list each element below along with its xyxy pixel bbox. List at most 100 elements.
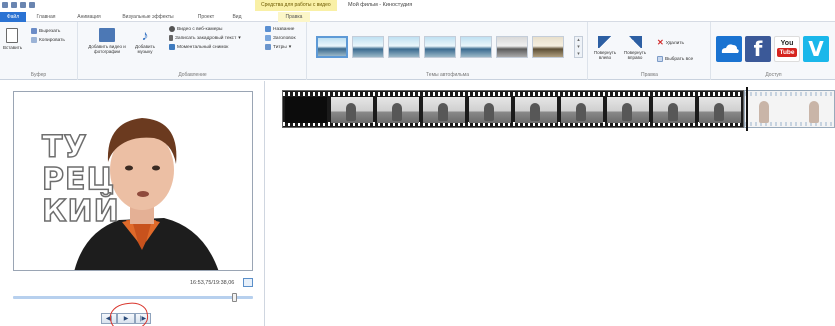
- vimeo-icon[interactable]: V: [803, 36, 829, 62]
- window-title: Мой фильм - Киностудия: [348, 2, 413, 8]
- group-themes: ▴ ▾ ▾ Темы автофильма: [308, 22, 588, 80]
- theme-thumb-7[interactable]: [532, 36, 564, 58]
- delete-label: Удалить: [665, 40, 685, 46]
- record-narration-button[interactable]: Записать закадровый текст ▾: [169, 35, 241, 41]
- clip-frame: [699, 97, 741, 123]
- add-music-label: Добавить музыку: [135, 44, 155, 54]
- add-video-photo-button[interactable]: Добавить видео и фотографии: [87, 28, 127, 54]
- overlay-caption: ТУ РЕЦ КИЙ: [41, 130, 120, 229]
- facebook-icon[interactable]: f: [745, 36, 771, 62]
- theme-thumb-6[interactable]: [496, 36, 528, 58]
- storyboard: [266, 81, 835, 326]
- copy-button[interactable]: Копировать: [31, 37, 65, 43]
- snapshot-label: Моментальный снимок: [177, 44, 229, 50]
- paste-button[interactable]: Вставить: [3, 28, 22, 50]
- webcam-video-label: Видео с веб-камеры: [177, 26, 223, 32]
- ribbon: Вставить Вырезать Копировать Буфер Добав…: [0, 22, 835, 80]
- chevron-down-icon: ▾: [288, 44, 292, 50]
- preview-panel: ТУ РЕЦ КИЙ 16:53,75/19:38,06 ◀| ▶ |▶: [0, 81, 265, 326]
- clip-frame: [469, 97, 511, 123]
- film-perforation-top: [745, 92, 834, 96]
- music-note-icon: ♪: [141, 27, 149, 43]
- cut-button[interactable]: Вырезать: [31, 28, 60, 34]
- title-button[interactable]: Название: [265, 26, 294, 32]
- rotate-left-button[interactable]: Повернуть влево: [593, 36, 617, 60]
- credits-button[interactable]: Титры ▾: [265, 44, 291, 50]
- webcam-video-button[interactable]: Видео с веб-камеры: [169, 26, 222, 32]
- app-menu-icon[interactable]: [2, 2, 8, 8]
- frame-figure: [438, 103, 448, 121]
- redo-icon[interactable]: [29, 2, 35, 8]
- seek-bar[interactable]: [13, 293, 253, 302]
- select-all-button[interactable]: Выбрать все: [657, 56, 693, 62]
- overlay-line-1: ТУ: [41, 130, 88, 165]
- caption-icon: [265, 35, 271, 41]
- rotate-left-label: Повернуть влево: [593, 50, 617, 60]
- group-label-add: Добавление: [178, 72, 207, 78]
- frame-figure: [484, 103, 494, 121]
- title-bar: Средства для работы с видео Мой фильм - …: [0, 0, 835, 11]
- save-icon[interactable]: [11, 2, 17, 8]
- rotate-right-button[interactable]: Повернуть вправо: [621, 36, 649, 60]
- cut-label: Вырезать: [39, 28, 61, 34]
- video-clip-2[interactable]: [744, 90, 835, 128]
- copy-label: Копировать: [39, 37, 65, 43]
- group-clipboard: Вставить Вырезать Копировать Буфер: [0, 22, 78, 80]
- theme-thumb-1[interactable]: [316, 36, 348, 58]
- video-preview[interactable]: ТУ РЕЦ КИЙ: [13, 91, 253, 271]
- film-perforation-top: [283, 92, 743, 96]
- theme-thumb-2[interactable]: [352, 36, 384, 58]
- webcam-icon: [169, 26, 175, 32]
- theme-thumb-3[interactable]: [388, 36, 420, 58]
- chevron-down-icon: ▾: [238, 35, 241, 41]
- tab-edit[interactable]: Правка: [278, 12, 310, 22]
- youtube-tube-label: Tube: [777, 48, 797, 57]
- group-label-share: Доступ: [765, 72, 782, 78]
- frame-figure: [576, 103, 586, 121]
- video-clip[interactable]: [282, 90, 744, 128]
- playhead[interactable]: [746, 87, 748, 131]
- frame-figure: [622, 103, 632, 121]
- themes-scroll[interactable]: ▴ ▾ ▾: [574, 36, 583, 58]
- youtube-icon[interactable]: You Tube: [774, 36, 800, 62]
- onedrive-icon[interactable]: [716, 36, 742, 62]
- ribbon-tabs: Файл Главная Анимация Визуальные эффекты…: [0, 11, 835, 22]
- seek-handle[interactable]: [231, 293, 237, 302]
- group-add: Добавить видео и фотографии ♪ Добавить м…: [79, 22, 307, 80]
- clip2-figure: [759, 101, 769, 123]
- fullscreen-icon[interactable]: [243, 278, 253, 287]
- record-narration-label: Записать закадровый текст: [175, 35, 237, 41]
- group-label-edit: Правка: [641, 72, 658, 78]
- frame-figure: [392, 103, 402, 121]
- film-photo-icon: [99, 28, 115, 42]
- group-edit: Повернуть влево Повернуть вправо ✕ Удали…: [589, 22, 711, 80]
- credits-icon: [265, 44, 271, 50]
- add-video-photo-label: Добавить видео и фотографии: [88, 44, 126, 54]
- group-share: f You Tube V Доступ: [712, 22, 835, 80]
- copy-icon: [31, 37, 37, 43]
- group-label-themes: Темы автофильма: [426, 72, 469, 78]
- annotation-circle: [108, 300, 150, 326]
- caption-button[interactable]: Заголовок: [265, 35, 296, 41]
- clip-frame: [607, 97, 649, 123]
- tab-visual-effects[interactable]: Визуальные эффекты: [118, 12, 178, 22]
- select-all-icon: [657, 56, 663, 62]
- clip-frame: [515, 97, 557, 123]
- tab-project[interactable]: Проект: [193, 12, 219, 22]
- rotate-right-icon: [628, 36, 642, 48]
- frame-figure: [668, 103, 678, 121]
- tab-view[interactable]: Вид: [228, 12, 246, 22]
- film-perforation-bottom: [745, 122, 834, 126]
- tab-file[interactable]: Файл: [0, 12, 26, 22]
- theme-thumb-4[interactable]: [424, 36, 456, 58]
- delete-button[interactable]: ✕ Удалить: [657, 38, 685, 47]
- tab-home[interactable]: Главная: [33, 12, 59, 22]
- paste-icon: [6, 28, 18, 43]
- delete-x-icon: ✕: [657, 38, 664, 47]
- add-music-button[interactable]: ♪ Добавить музыку: [131, 28, 159, 54]
- tab-animation[interactable]: Анимация: [72, 12, 106, 22]
- theme-thumb-5[interactable]: [460, 36, 492, 58]
- snapshot-button[interactable]: Моментальный снимок: [169, 44, 228, 50]
- clip2-figure: [809, 101, 819, 123]
- undo-icon[interactable]: [20, 2, 26, 8]
